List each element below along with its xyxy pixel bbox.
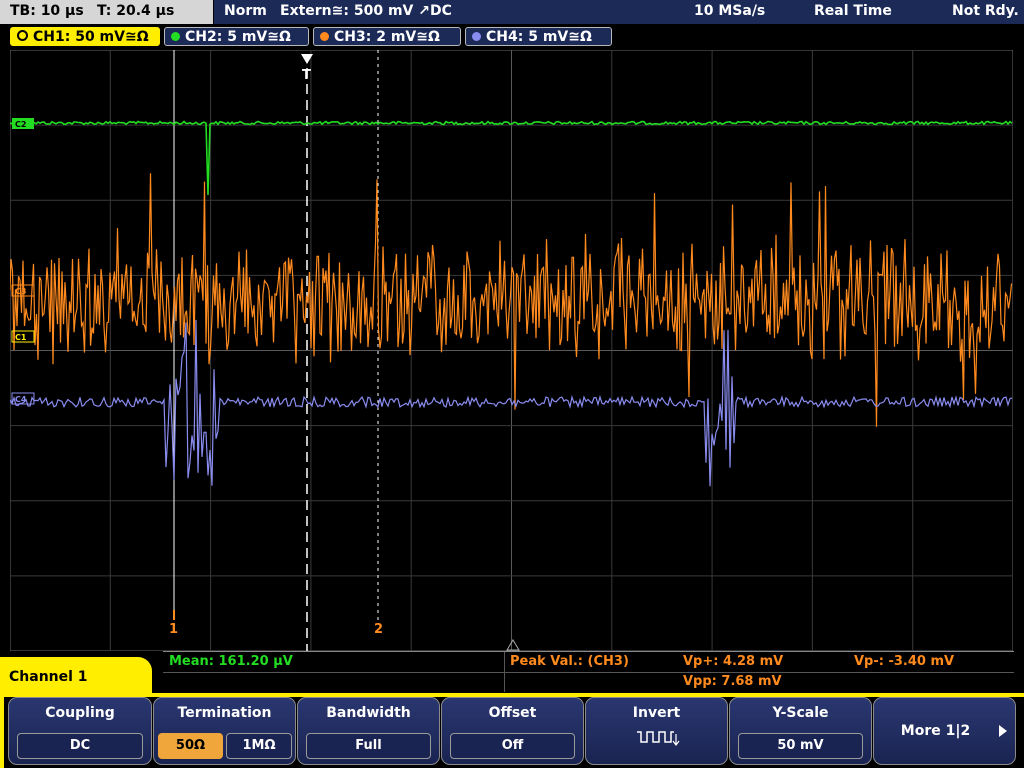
cursor-1-label: 1 [169, 622, 178, 637]
waveform-display[interactable]: 1 2 T C2 C3 C1 C4 [10, 50, 1013, 651]
channel-tab-bar: CH1: 50 mV≅Ω CH2: 5 mV≅Ω CH3: 2 mV≅Ω CH4… [0, 25, 1024, 50]
more-softkey[interactable]: More 1|2 [873, 697, 1016, 765]
vp-plus-value: Vp+: 4.28 mV [683, 654, 784, 669]
ch3-dot-icon [320, 32, 329, 41]
offset-value[interactable]: Off [450, 733, 575, 759]
svg-text:C2: C2 [15, 120, 26, 129]
ch1-label: CH1: 50 mV≅Ω [33, 29, 149, 45]
yscale-title: Y-Scale [772, 705, 829, 721]
svg-text:C1: C1 [15, 333, 27, 342]
status-bar: Norm Extern≅: 500 mV ↗DC 10 MSa/s Real T… [214, 0, 1024, 24]
invert-waveform-icon [637, 731, 680, 746]
tab-ch3[interactable]: CH3: 2 mV≅Ω [313, 27, 461, 46]
more-arrow-icon [999, 725, 1007, 737]
ch4-label: CH4: 5 mV≅Ω [486, 29, 592, 45]
status-left-panel: TB: 10 µs T: 20.4 µs [0, 0, 213, 24]
tab-ch1[interactable]: CH1: 50 mV≅Ω [10, 27, 160, 46]
termination-title: Termination [177, 705, 272, 721]
ch2-dot-icon [171, 32, 180, 41]
more-label: More 1|2 [900, 723, 971, 739]
sample-rate: 10 MSa/s [694, 3, 766, 19]
trigger-marker-label: T [302, 68, 311, 83]
timebase-readout[interactable]: TB: 10 µs [10, 3, 84, 19]
peak-value-title: Peak Val.: (CH3) [510, 654, 629, 669]
menu-title: Channel 1 [9, 669, 88, 685]
ch2-label: CH2: 5 mV≅Ω [185, 29, 291, 45]
yscale-value[interactable]: 50 mV [738, 733, 863, 759]
yscale-softkey[interactable]: Y-Scale 50 mV [729, 697, 872, 765]
trigger-time-readout[interactable]: T: 20.4 µs [97, 3, 174, 19]
bandwidth-title: Bandwidth [326, 705, 411, 721]
coupling-value[interactable]: DC [17, 733, 143, 759]
vp-minus-value: Vp-: -3.40 mV [854, 654, 955, 669]
ch1-dot-icon [17, 30, 28, 41]
termination-50ohm-option[interactable]: 50Ω [158, 733, 223, 759]
coupling-title: Coupling [45, 705, 115, 721]
ch4-dot-icon [472, 32, 481, 41]
invert-softkey[interactable]: Invert [585, 697, 728, 765]
bandwidth-softkey[interactable]: Bandwidth Full [297, 697, 440, 765]
ch3-label: CH3: 2 mV≅Ω [334, 29, 440, 45]
invert-title: Invert [632, 705, 681, 721]
trigger-source[interactable]: Extern≅: 500 mV ↗DC [280, 3, 452, 19]
tab-ch4[interactable]: CH4: 5 mV≅Ω [465, 27, 612, 46]
offset-softkey[interactable]: Offset Off [441, 697, 584, 765]
ready-status: Not Rdy. [952, 3, 1019, 19]
acquisition-mode[interactable]: Real Time [814, 3, 892, 19]
termination-softkey[interactable]: Termination 50Ω 1MΩ [153, 697, 296, 765]
ch2-tag[interactable]: C2 [12, 118, 34, 129]
tab-ch2[interactable]: CH2: 5 mV≅Ω [164, 27, 309, 46]
svg-text:C4: C4 [15, 395, 27, 404]
svg-text:C3: C3 [15, 287, 26, 296]
coupling-softkey[interactable]: Coupling DC [8, 697, 152, 765]
menu-title-tab: Channel 1 [0, 657, 152, 697]
trigger-mode[interactable]: Norm [224, 3, 267, 19]
measurement-panel[interactable]: Mean: 161.20 µV Peak Val.: (CH3) Vp+: 4.… [163, 651, 1014, 692]
offset-title: Offset [488, 705, 537, 721]
cursor-2-label: 2 [374, 622, 383, 637]
bandwidth-value[interactable]: Full [306, 733, 431, 759]
mean-measurement: Mean: 161.20 µV [169, 654, 293, 669]
termination-1mohm-option[interactable]: 1MΩ [226, 733, 292, 759]
vpp-value: Vpp: 7.68 mV [683, 674, 782, 689]
